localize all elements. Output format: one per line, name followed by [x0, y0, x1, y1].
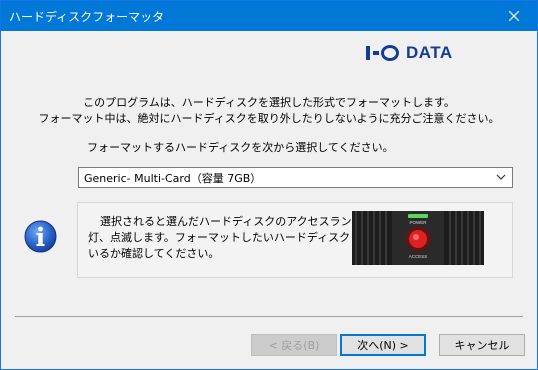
intro-line-1: このプログラムは、ハードディスクを選択した形式でフォーマットします。: [83, 96, 455, 109]
disk-select-value: Generic- Multi-Card（容量 7GB）: [84, 171, 262, 185]
close-button[interactable]: [491, 1, 537, 31]
window-title: ハードディスクフォーマッタ: [9, 10, 165, 24]
hdd-power-label: POWER: [409, 220, 427, 225]
cancel-button[interactable]: キャンセル: [439, 334, 525, 356]
info-icon: [24, 220, 57, 253]
hdd-lamp-image: POWER ACCESS: [352, 211, 484, 265]
disk-select-label: フォーマットするハードディスクを次から選択してください。: [87, 141, 394, 154]
info-panel: 選択されると選んだハードディスクのアクセスランプが点 灯、点滅します。フォーマッ…: [77, 202, 513, 278]
info-line-2: 灯、点滅します。フォーマットしたいハードディスクと合って: [88, 231, 394, 244]
close-icon: [509, 11, 519, 21]
info-text: 選択されると選んだハードディスクのアクセスランプが点 灯、点滅します。フォーマッ…: [88, 214, 394, 262]
iodata-logo: DATA: [366, 43, 453, 63]
info-line-3: いるか確認してください。: [88, 247, 220, 260]
logo-text: DATA: [406, 43, 453, 62]
next-button[interactable]: 次へ(N) >: [340, 334, 426, 356]
separator: [15, 316, 523, 317]
back-button[interactable]: < 戻る(B): [251, 334, 337, 356]
disk-select-dropdown[interactable]: Generic- Multi-Card（容量 7GB）: [78, 167, 513, 188]
chevron-down-icon: [496, 174, 506, 180]
formatter-window: ハードディスクフォーマッタ DATA このプログラムは、ハードディスクを選択した…: [0, 0, 538, 370]
hdd-access-label: ACCESS: [409, 254, 428, 259]
intro-warning-line: フォーマット中は、絶対にハードディスクを取り外したりしないように充分ご注意くださ…: [38, 112, 500, 125]
info-line-1: 選択されると選んだハードディスクのアクセスランプが点: [100, 215, 385, 228]
title-bar[interactable]: ハードディスクフォーマッタ: [1, 1, 537, 31]
logo-mark: [366, 45, 400, 61]
